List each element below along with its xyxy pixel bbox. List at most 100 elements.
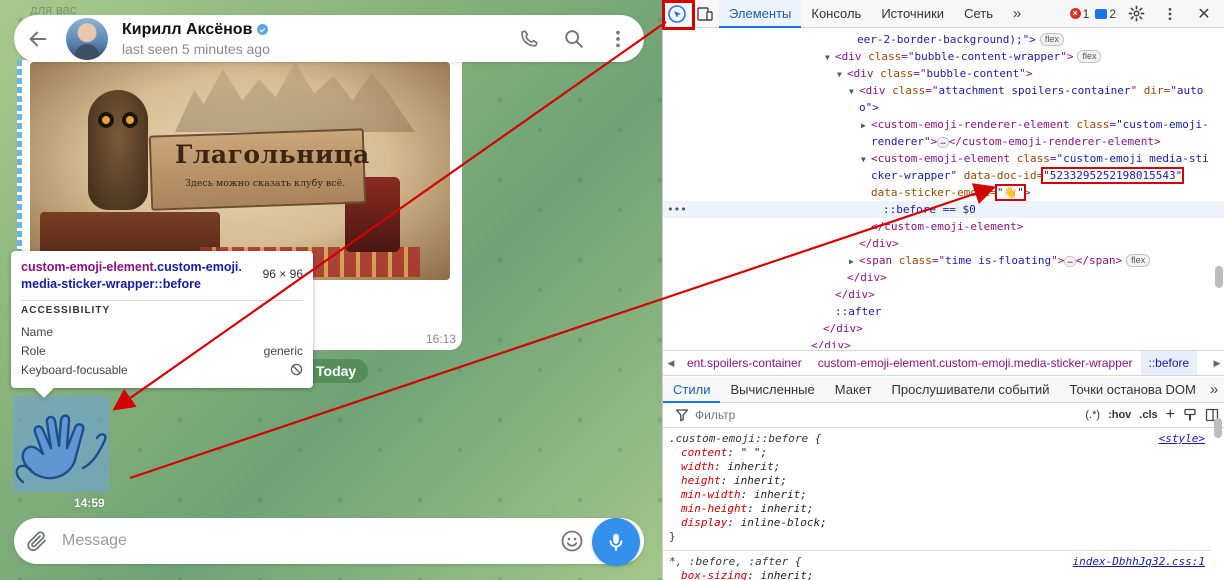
rule-source-link[interactable]: <style> [1159,432,1205,446]
dom-line[interactable]: cker-wrapper" data-doc-id="5233295252198… [663,167,1224,184]
voice-record-button[interactable] [592,518,640,566]
tab-console[interactable]: Консоль [801,0,871,28]
css-declaration[interactable]: content: " "; [669,446,1205,460]
tab-computed[interactable]: Вычисленные [720,377,824,403]
microphone-icon [609,533,623,552]
more-vertical-icon [616,30,620,47]
paint-brush-icon[interactable] [1183,408,1197,422]
image-subtitle: Здесь можно сказать клубу всё. [185,178,346,189]
dom-line[interactable]: renderer">… </custom-emoji-renderer-eleme… [663,133,1224,150]
dom-line[interactable]: ▶ <span class="time is-floating">… </span>… [663,252,1224,269]
css-declaration[interactable]: height: inherit; [669,474,1205,488]
dom-line[interactable]: data-sticker-emoji="👋"> [663,184,1224,201]
dom-line[interactable]: eer-2-border-background);"> flex [663,31,1224,48]
search-button[interactable] [556,21,592,57]
device-icon [697,6,713,21]
sticker-highlight[interactable] [13,396,109,492]
emoji-smile-icon [561,530,583,552]
dom-line[interactable]: </div> [663,320,1224,337]
glagolnitsa-image[interactable] [30,62,450,280]
chevrons-right-icon[interactable]: » [1206,381,1222,398]
devtools-panel: Элементы Консоль Источники Сеть » × 1 2 ✕… [662,0,1224,580]
styles-tabbar: Стили Вычисленные Макет Прослушиватели с… [663,377,1224,403]
message-time: 16:13 [426,332,457,346]
tooltip-row-role: Role generic [21,343,303,358]
dom-line[interactable]: ▼ <div class="attachment spoilers-contain… [663,82,1224,99]
verified-icon [257,24,269,35]
dom-line[interactable]: </custom-emoji-element> [663,218,1224,235]
dom-line[interactable]: ▼ <custom-emoji-element class="custom-emo… [663,150,1224,167]
message-icon [1095,8,1108,19]
dom-line[interactable]: </div> [663,337,1224,348]
customize-button[interactable] [1156,0,1184,28]
dom-scrollbar[interactable] [1215,266,1223,288]
css-declaration[interactable]: box-sizing: inherit; [669,569,1205,580]
tab-layout[interactable]: Макет [825,377,882,403]
css-declaration[interactable]: display: inline-block; [669,516,1205,530]
tooltip-section-title: ACCESSIBILITY [21,305,111,316]
more-button[interactable] [600,21,636,57]
dom-line-selected[interactable]: •••::before == $0 [663,201,1224,218]
dom-line[interactable]: </div> [663,269,1224,286]
date-chip: Today [304,359,369,383]
search-icon [565,29,583,48]
more-vertical-icon [1168,7,1172,20]
styles-filter-input[interactable] [695,408,1025,422]
dom-line[interactable]: ::after [663,303,1224,320]
tooltip-row-focusable: Keyboard-focusable [21,360,303,379]
message-input[interactable] [62,532,542,550]
tab-network[interactable]: Сеть [954,0,1003,28]
crumb-left-icon[interactable]: ◀ [663,358,679,369]
class-toggle[interactable]: .cls [1139,409,1157,421]
chat-panel: для вас Глагольница Здесь можно сказать … [0,0,662,580]
breadcrumb-item-current[interactable]: ::before [1140,351,1198,375]
filter-icon [675,409,689,422]
css-declaration[interactable]: min-width: inherit; [669,488,1205,502]
emoji-button[interactable] [560,529,584,553]
dom-line[interactable]: </div> [663,235,1224,252]
call-button[interactable] [512,21,548,57]
css-declaration[interactable]: min-height: inherit; [669,502,1205,516]
breadcrumb-item[interactable]: ent.spoilers-container [679,356,810,370]
dom-line[interactable]: o"> [663,99,1224,116]
breadcrumb: ◀ ent.spoilers-container custom-emoji-el… [663,350,1224,376]
dom-line[interactable]: ▼ <div class="bubble-content-wrapper"> fle… [663,48,1224,65]
add-rule-icon[interactable]: + [1166,406,1175,424]
dom-line[interactable]: ▼ <div class="bubble-content"> [663,65,1224,82]
styles-rules[interactable]: .custom-emoji::before {<style> content: … [663,428,1211,580]
error-badge[interactable]: × 1 [1069,7,1089,21]
tooltip-selector: custom-emoji-element.custom-emoji. media-… [21,260,242,291]
tab-elements[interactable]: Элементы [719,0,802,28]
back-arrow-icon [29,31,47,46]
close-devtools-button[interactable]: ✕ [1190,0,1218,28]
rule-selector[interactable]: *, :before, :after {index-DbhhJq32.css:1 [669,555,1205,569]
styles-scrollbar[interactable] [1214,418,1222,438]
message-badge[interactable]: 2 [1095,7,1116,21]
hover-state-toggle[interactable]: :hov [1108,409,1131,421]
more-tabs-button[interactable]: » [1003,0,1031,28]
avatar[interactable] [66,17,108,60]
tab-styles[interactable]: Стили [663,377,721,403]
chevrons-right-icon: » [1012,5,1022,22]
device-toolbar-button[interactable] [691,0,719,28]
rule-source-link[interactable]: index-DbhhJq32.css:1 [1073,555,1205,569]
peer-status: last seen 5 minutes ago [122,40,270,57]
dom-tree[interactable]: eer-2-border-background);"> flex ▼ <div cl… [663,28,1224,348]
breadcrumb-item[interactable]: custom-emoji-element.custom-emoji.media-… [810,356,1141,370]
rule-selector[interactable]: .custom-emoji::before {<style> [669,432,1205,446]
crumb-right-icon[interactable]: ▶ [1209,358,1224,369]
dom-line[interactable]: </div> [663,286,1224,303]
dom-line[interactable]: ▶ <custom-emoji-renderer-element class="c… [663,116,1224,133]
settings-button[interactable] [1122,0,1150,28]
regex-toggle[interactable]: (.*) [1085,409,1100,421]
attach-button[interactable] [14,529,60,553]
image-title: Глагольница [175,140,370,169]
peer-info[interactable]: Кирилл Аксёнов last seen 5 minutes ago [122,21,270,57]
tooltip-size: 96 × 96 [262,267,303,281]
tab-dom-breakpoints[interactable]: Точки останова DOM [1060,377,1206,403]
tab-sources[interactable]: Источники [871,0,954,28]
tooltip-row-name: Name [21,324,54,339]
css-declaration[interactable]: width: inherit; [669,460,1205,474]
back-button[interactable] [16,17,60,61]
tab-event-listeners[interactable]: Прослушиватели событий [882,377,1060,403]
